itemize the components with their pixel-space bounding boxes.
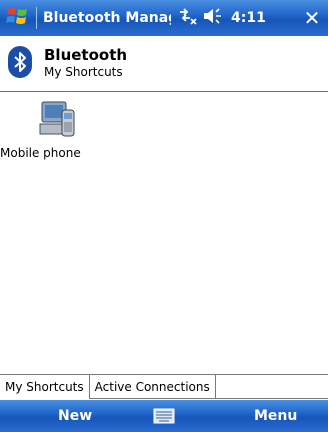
shortcuts-list: Mobile phone [0, 92, 328, 374]
tab-bar-fill [215, 375, 328, 399]
connectivity-icon[interactable] [177, 6, 199, 30]
menu-bar: New Menu [0, 400, 328, 432]
page-header: Bluetooth My Shortcuts [0, 36, 328, 92]
title-separator [36, 7, 37, 29]
shortcut-mobile-phone[interactable]: Mobile phone [0, 96, 112, 160]
tab-bar: My Shortcuts Active Connections [0, 375, 328, 399]
menu-softkey[interactable]: Menu [254, 408, 297, 424]
page-subtitle: My Shortcuts [44, 65, 123, 79]
keyboard-icon[interactable] [152, 406, 176, 426]
bluetooth-icon [8, 46, 32, 78]
tab-my-shortcuts[interactable]: My Shortcuts [0, 375, 90, 399]
new-softkey[interactable]: New [58, 408, 92, 424]
clock[interactable]: 4:11 [231, 10, 266, 26]
title-bar: Bluetooth Manager 4:11 ✕ [0, 0, 328, 36]
mobile-phone-icon [38, 96, 78, 140]
app-title: Bluetooth Manager [43, 10, 171, 26]
close-icon: ✕ [303, 6, 321, 30]
shortcut-label: Mobile phone [0, 146, 81, 160]
page-title: Bluetooth [44, 46, 128, 64]
volume-icon[interactable] [203, 7, 223, 29]
start-menu-button[interactable] [0, 0, 36, 36]
close-button[interactable]: ✕ [296, 0, 328, 36]
windows-flag-icon [6, 5, 30, 31]
tab-active-connections[interactable]: Active Connections [89, 375, 216, 399]
